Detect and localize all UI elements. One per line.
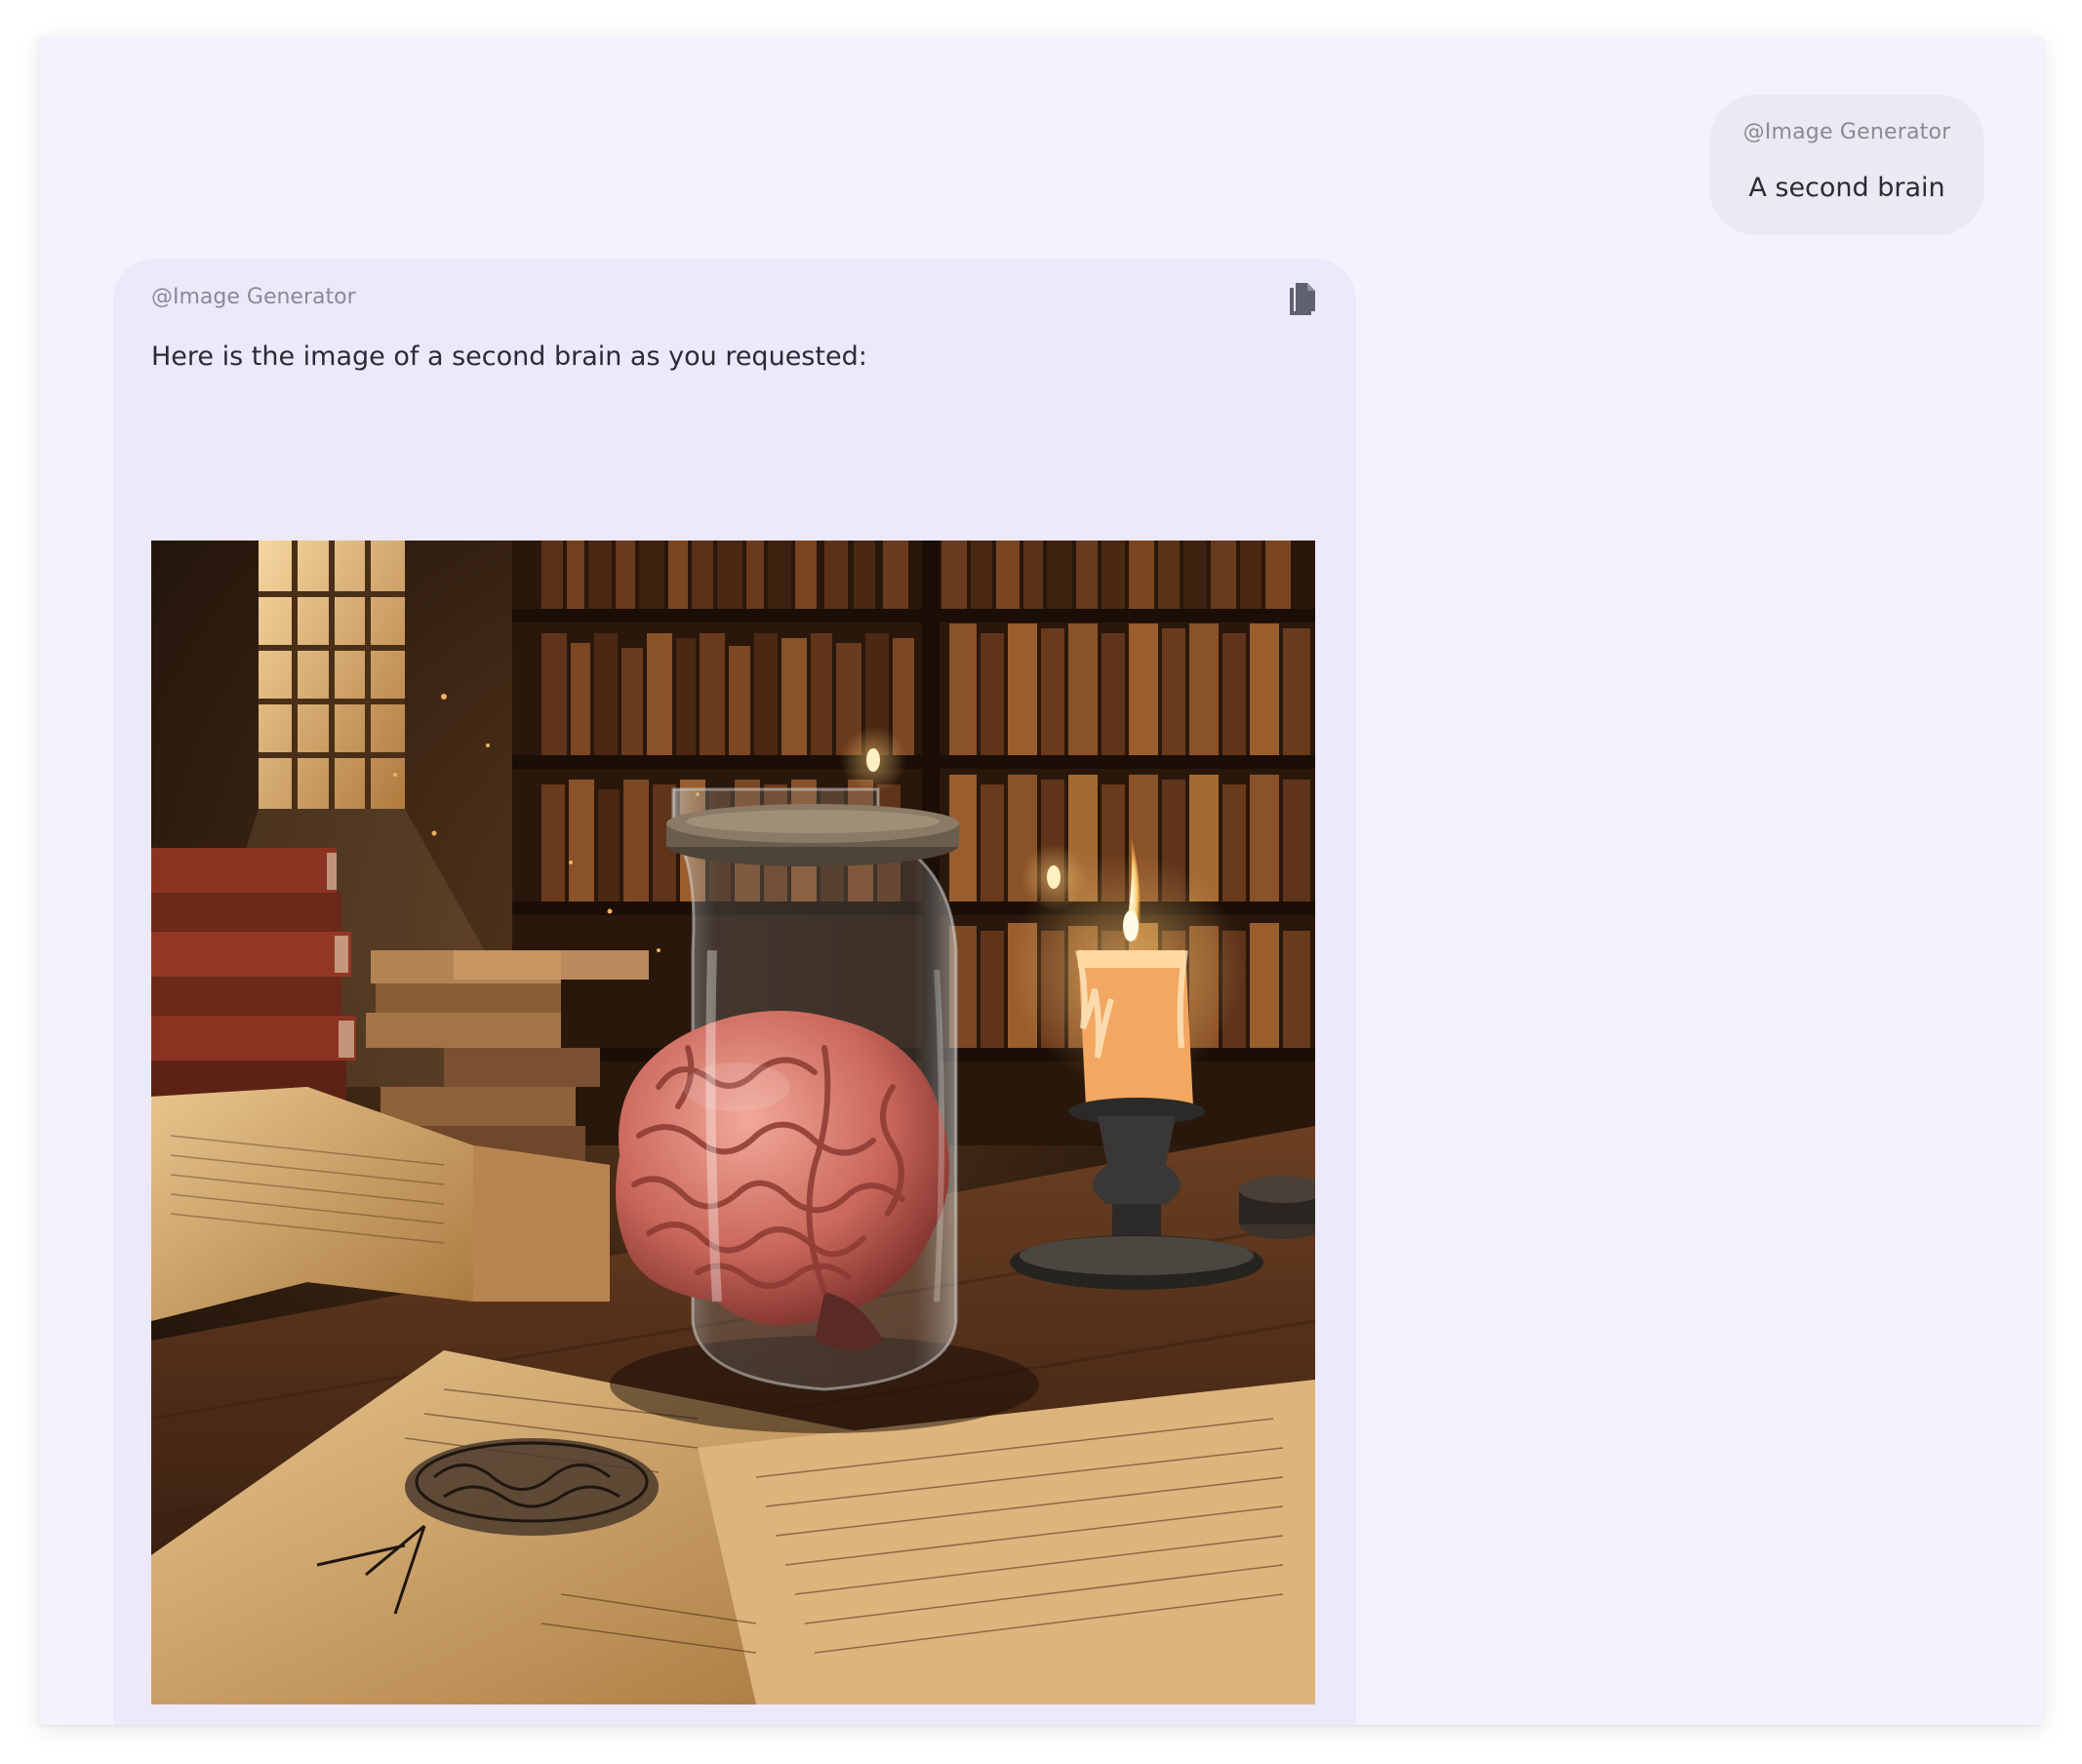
chat-window: @Image Generator A second brain @Image G… — [39, 37, 2043, 1725]
generated-image[interactable] — [151, 541, 1315, 1704]
user-message-text: A second brain — [1748, 173, 1945, 203]
assistant-message-handle: @Image Generator — [151, 285, 356, 309]
user-message-bubble: @Image Generator A second brain — [1709, 95, 1984, 235]
user-message-handle: @Image Generator — [1742, 120, 1951, 144]
assistant-message-text: Here is the image of a second brain as y… — [151, 341, 867, 372]
copy-icon[interactable] — [1284, 280, 1319, 319]
assistant-message-bubble: @Image Generator Here is the image of a … — [113, 259, 1356, 1725]
